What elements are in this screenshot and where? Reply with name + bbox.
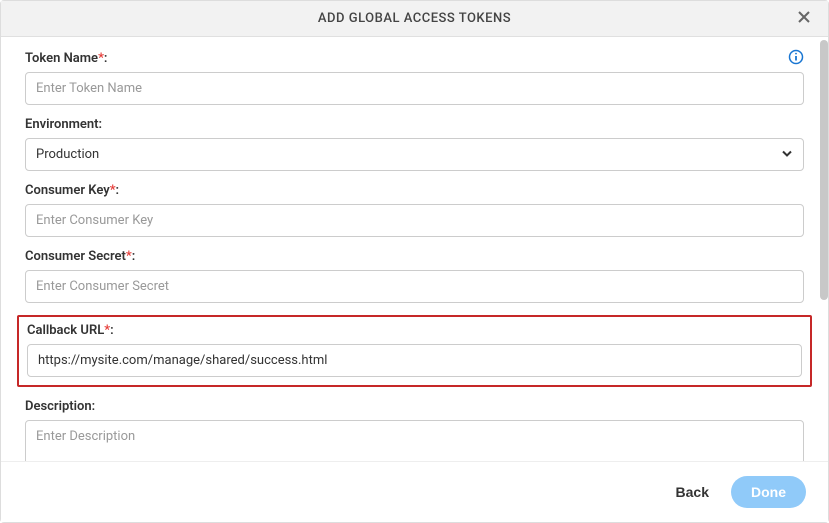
description-textarea[interactable]: [25, 420, 804, 461]
colon: :: [116, 183, 120, 198]
modal-footer: Back Done: [1, 461, 828, 522]
colon: :: [104, 51, 108, 66]
description-label: Description:: [25, 399, 804, 414]
consumer-secret-group: Consumer Secret*:: [25, 249, 804, 303]
modal-title: ADD GLOBAL ACCESS TOKENS: [318, 11, 511, 26]
callback-url-input[interactable]: [27, 344, 802, 377]
consumer-key-label: Consumer Key*:: [25, 183, 804, 198]
consumer-key-label-text: Consumer Key: [25, 183, 110, 198]
callback-url-group: Callback URL*:: [17, 315, 812, 387]
modal-header: ADD GLOBAL ACCESS TOKENS: [1, 1, 828, 37]
token-name-input[interactable]: [25, 72, 804, 105]
colon: :: [132, 249, 136, 264]
consumer-key-input[interactable]: [25, 204, 804, 237]
colon: :: [110, 323, 114, 338]
environment-group: Environment: Production: [25, 117, 804, 171]
close-icon[interactable]: [792, 5, 816, 33]
consumer-secret-label: Consumer Secret*:: [25, 249, 804, 264]
callback-url-label-text: Callback URL: [27, 323, 104, 338]
token-name-label: Token Name*:: [25, 51, 804, 66]
done-button[interactable]: Done: [731, 476, 806, 508]
callback-url-label: Callback URL*:: [27, 323, 802, 338]
environment-label: Environment:: [25, 117, 804, 132]
add-global-access-tokens-modal: ADD GLOBAL ACCESS TOKENS Token Name*:: [0, 0, 829, 523]
description-group: Description:: [25, 399, 804, 461]
info-icon[interactable]: [788, 49, 804, 65]
consumer-secret-input[interactable]: [25, 270, 804, 303]
back-button[interactable]: Back: [672, 478, 713, 506]
environment-select[interactable]: Production: [25, 138, 804, 171]
consumer-key-group: Consumer Key*:: [25, 183, 804, 237]
token-name-group: Token Name*:: [25, 51, 804, 105]
consumer-secret-label-text: Consumer Secret: [25, 249, 126, 264]
token-name-label-text: Token Name: [25, 51, 98, 66]
scrollbar[interactable]: [820, 40, 828, 300]
environment-select-wrapper: Production: [25, 138, 804, 171]
modal-body: Token Name*: Environment: Production: [1, 37, 828, 461]
